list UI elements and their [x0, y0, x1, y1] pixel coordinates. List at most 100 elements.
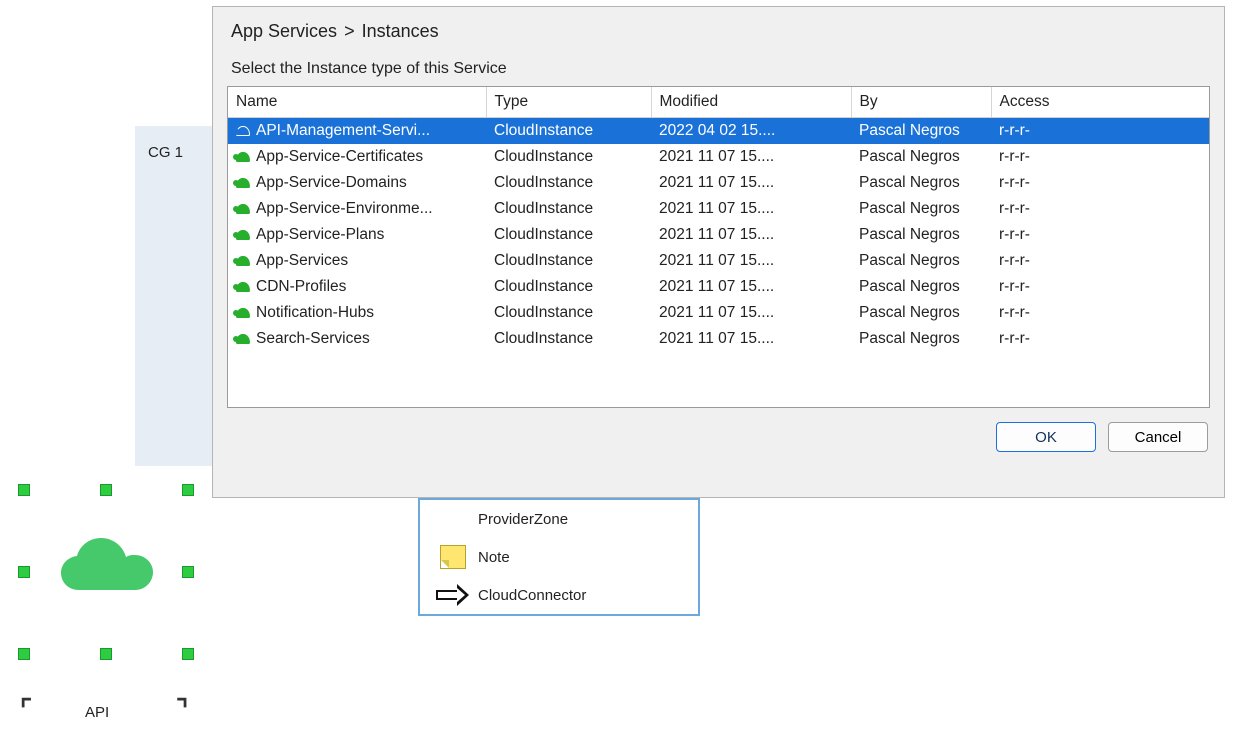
selection-handle[interactable]	[18, 566, 30, 578]
cell-access: r-r-r-	[991, 248, 1209, 274]
cell-modified: 2021 11 07 15....	[651, 170, 851, 196]
table-row[interactable]: App-Service-Certificates CloudInstance202…	[228, 144, 1209, 170]
cell-access: r-r-r-	[991, 274, 1209, 300]
palette-item-providerzone[interactable]: ProviderZone	[420, 500, 698, 538]
cell-name: App-Service-Certificates	[256, 148, 423, 166]
cell-modified: 2021 11 07 15....	[651, 300, 851, 326]
col-name[interactable]: Name	[228, 87, 486, 118]
cell-type: CloudInstance	[486, 144, 651, 170]
cell-name: Search-Services	[256, 330, 370, 348]
cell-type: CloudInstance	[486, 170, 651, 196]
cell-name: App-Service-Environme...	[256, 200, 433, 218]
cell-by: Pascal Negros	[851, 196, 991, 222]
cell-by: Pascal Negros	[851, 144, 991, 170]
api-node-label: API	[85, 704, 109, 721]
cell-by: Pascal Negros	[851, 118, 991, 145]
cell-by: Pascal Negros	[851, 170, 991, 196]
cell-type: CloudInstance	[486, 222, 651, 248]
cell-name: CDN-Profiles	[256, 278, 346, 296]
breadcrumb-current: Instances	[362, 21, 439, 41]
table-row[interactable]: Search-Services CloudInstance2021 11 07 1…	[228, 326, 1209, 352]
table-row[interactable]: App-Service-Domains CloudInstance2021 11 …	[228, 170, 1209, 196]
cell-modified: 2021 11 07 15....	[651, 274, 851, 300]
cloud-icon[interactable]	[57, 534, 157, 598]
cell-access: r-r-r-	[991, 170, 1209, 196]
table-row[interactable]: CDN-Profiles CloudInstance2021 11 07 15..…	[228, 274, 1209, 300]
col-access[interactable]: Access	[991, 87, 1209, 118]
breadcrumb: App Services > Instances	[213, 7, 1224, 46]
col-type[interactable]: Type	[486, 87, 651, 118]
selection-handle[interactable]	[18, 484, 30, 496]
cell-name: Notification-Hubs	[256, 304, 374, 322]
cell-by: Pascal Negros	[851, 326, 991, 352]
ok-button[interactable]: OK	[996, 422, 1096, 452]
selection-handle[interactable]	[182, 484, 194, 496]
cloud-instance-icon	[236, 230, 250, 240]
cloud-instance-icon	[236, 256, 250, 266]
cell-access: r-r-r-	[991, 144, 1209, 170]
cell-type: CloudInstance	[486, 300, 651, 326]
cell-modified: 2021 11 07 15....	[651, 222, 851, 248]
cell-by: Pascal Negros	[851, 300, 991, 326]
cell-by: Pascal Negros	[851, 248, 991, 274]
cell-access: r-r-r-	[991, 326, 1209, 352]
cell-modified: 2022 04 02 15....	[651, 118, 851, 145]
col-modified[interactable]: Modified	[651, 87, 851, 118]
breadcrumb-parent[interactable]: App Services	[231, 21, 337, 41]
cell-modified: 2021 11 07 15....	[651, 326, 851, 352]
selection-handle[interactable]	[18, 648, 30, 660]
cloud-instance-icon	[236, 204, 250, 214]
dialog-button-row: OK Cancel	[213, 408, 1224, 466]
note-icon	[440, 545, 466, 569]
palette-item-cloudconnector[interactable]: CloudConnector	[420, 576, 698, 614]
cell-type: CloudInstance	[486, 274, 651, 300]
cell-modified: 2021 11 07 15....	[651, 196, 851, 222]
cell-name: API-Management-Servi...	[256, 122, 430, 140]
cell-type: CloudInstance	[486, 118, 651, 145]
cell-access: r-r-r-	[991, 196, 1209, 222]
cloud-instance-icon	[236, 334, 250, 344]
palette-item-label: Note	[478, 549, 510, 566]
selection-handle[interactable]	[182, 566, 194, 578]
cell-access: r-r-r-	[991, 222, 1209, 248]
cell-access: r-r-r-	[991, 300, 1209, 326]
cell-access: r-r-r-	[991, 118, 1209, 145]
table-row[interactable]: Notification-Hubs CloudInstance2021 11 07…	[228, 300, 1209, 326]
cell-by: Pascal Negros	[851, 274, 991, 300]
shape-palette[interactable]: ProviderZone Note CloudConnector	[418, 498, 700, 616]
cell-name: App-Services	[256, 252, 348, 270]
cell-type: CloudInstance	[486, 248, 651, 274]
cloud-instance-icon	[236, 178, 250, 188]
breadcrumb-sep: >	[344, 21, 355, 42]
cell-by: Pascal Negros	[851, 222, 991, 248]
arrow-icon	[436, 584, 470, 606]
cloud-instance-icon	[236, 282, 250, 292]
instance-picker-dialog: App Services > Instances Select the Inst…	[212, 6, 1225, 498]
selection-handle[interactable]	[182, 648, 194, 660]
bracket-icon: ⌝	[176, 694, 186, 725]
palette-item-note[interactable]: Note	[420, 538, 698, 576]
consumer-group-label: CG 1	[148, 144, 183, 161]
bracket-icon: ⌜	[20, 694, 30, 725]
cell-name: App-Service-Domains	[256, 174, 407, 192]
dialog-subtitle: Select the Instance type of this Service	[213, 46, 1224, 86]
cell-modified: 2021 11 07 15....	[651, 144, 851, 170]
cloud-instance-icon	[236, 308, 250, 318]
table-row[interactable]: App-Service-Environme... CloudInstance202…	[228, 196, 1209, 222]
consumer-group-box[interactable]	[135, 126, 217, 466]
selection-handle[interactable]	[100, 648, 112, 660]
palette-item-label: CloudConnector	[478, 587, 586, 604]
table-header-row: Name Type Modified By Access	[228, 87, 1209, 118]
table-row[interactable]: API-Management-Servi... CloudInstance2022…	[228, 118, 1209, 145]
cloud-instance-icon	[236, 152, 250, 162]
cell-modified: 2021 11 07 15....	[651, 248, 851, 274]
instance-table[interactable]: Name Type Modified By Access API-Managem…	[227, 86, 1210, 408]
cell-type: CloudInstance	[486, 196, 651, 222]
palette-item-label: ProviderZone	[478, 511, 568, 528]
selection-handle[interactable]	[100, 484, 112, 496]
cancel-button[interactable]: Cancel	[1108, 422, 1208, 452]
cell-type: CloudInstance	[486, 326, 651, 352]
col-by[interactable]: By	[851, 87, 991, 118]
table-row[interactable]: App-Services CloudInstance2021 11 07 15..…	[228, 248, 1209, 274]
table-row[interactable]: App-Service-PlansCloudInstance2021 11 07…	[228, 222, 1209, 248]
